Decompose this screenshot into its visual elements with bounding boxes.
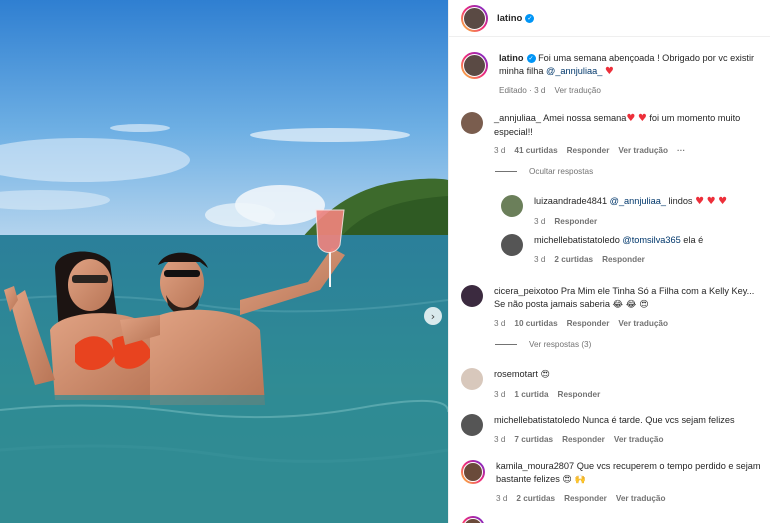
beach-photo-image <box>0 0 448 523</box>
commenter-avatar[interactable] <box>501 234 523 256</box>
commenter-avatar[interactable] <box>501 195 523 217</box>
caption-time: 3 d <box>534 86 546 95</box>
translate-link[interactable]: Ver tradução <box>614 434 664 447</box>
comment-username[interactable]: rosemotart <box>494 369 538 379</box>
post-details-panel: latino ✓ latino ✓ Foi uma semana abençoad… <box>448 0 770 523</box>
comment-time: 3 d <box>494 319 506 328</box>
commenter-avatar[interactable] <box>461 112 483 134</box>
reply-button[interactable]: Responder <box>564 493 607 506</box>
comment-time: 3 d <box>496 494 508 503</box>
comment-username[interactable]: _annjuliaa_ <box>494 113 541 123</box>
comment-time: 3 d <box>534 254 546 264</box>
reply-button[interactable]: Responder <box>567 145 610 158</box>
chevron-right-icon: › <box>430 309 436 323</box>
comment-item: kamila_moura2807 Que vcs recuperem o tem… <box>461 460 764 506</box>
translate-link[interactable]: Ver tradução <box>618 318 668 331</box>
comment-text: Pra Mim ele Tinha Só a Filha com a Kelly… <box>560 286 755 296</box>
verified-badge-icon: ✓ <box>525 13 535 23</box>
comment-username[interactable]: michellebatistatoledo <box>534 235 620 245</box>
translate-link[interactable]: Ver tradução <box>618 145 668 158</box>
comment-mention[interactable]: @_annjuliaa_ <box>610 196 666 206</box>
comment-time: 3 d <box>494 389 506 399</box>
author-avatar[interactable] <box>461 4 488 32</box>
comment-likes[interactable]: 1 curtida <box>514 389 548 402</box>
comment-text-continued: Se não posta jamais saberia <box>494 298 610 309</box>
comment-time: 3 d <box>534 216 546 226</box>
caption-text: Foi uma semana abençoada ! Obrigado por … <box>499 53 755 76</box>
commenter-avatar[interactable] <box>461 460 485 484</box>
reply-button[interactable]: Responder <box>558 389 601 402</box>
post-photo: › <box>0 0 448 523</box>
comment-username[interactable]: kamila_moura2807 <box>496 461 574 471</box>
author-username[interactable]: latino <box>497 13 522 24</box>
comment-mention[interactable]: @tomsilva365 <box>622 235 680 245</box>
comment-item: _annjuliaa_ Amei nossa semana♥ ♥ foi um … <box>461 112 764 158</box>
next-photo-button[interactable]: › <box>424 307 442 325</box>
hide-replies-toggle[interactable]: Ocultar respostas <box>495 167 593 176</box>
reply-item: luizaandrade4841 @_annjuliaa_ lindos ♥ ♥… <box>501 195 764 228</box>
comment-likes[interactable]: 41 curtidas <box>514 145 557 158</box>
post-header: latino ✓ <box>449 0 770 37</box>
comment-likes[interactable]: 2 curtidas <box>516 493 555 506</box>
red-heart-emoji: ♥ <box>637 113 647 124</box>
reply-button[interactable]: Responder <box>567 318 610 331</box>
comment-text: Amei nossa semana <box>543 113 627 123</box>
reply-button[interactable]: Responder <box>554 216 597 229</box>
commenter-avatar[interactable] <box>461 285 483 307</box>
view-replies-toggle[interactable]: Ver respostas (3) <box>495 340 591 349</box>
reply-item: michellebatistatoledo @tomsilva365 ela é… <box>501 234 764 266</box>
comment-item: rosemotart 😍 3 d 1 curtida Responder <box>461 368 764 401</box>
comment-item: michellebatistatoledo Nunca é tarde. Que… <box>461 414 764 446</box>
comment-likes[interactable]: 2 curtidas <box>554 254 593 267</box>
caption: latino ✓ Foi uma semana abençoada ! Obrig… <box>461 52 764 98</box>
reply-button[interactable]: Responder <box>602 254 645 267</box>
comment-username[interactable]: michellebatistatoledo <box>494 415 580 425</box>
comment-text: Que vcs recuperem o tempo perdido e <box>576 461 734 471</box>
more-options-icon[interactable]: ··· <box>677 145 685 158</box>
comment-likes[interactable]: 7 curtidas <box>514 434 553 447</box>
comment-username[interactable]: cicera_peixotoo <box>494 286 558 296</box>
caption-avatar[interactable] <box>461 52 488 79</box>
reply-button[interactable]: Responder <box>562 434 605 447</box>
comment-text: Nunca é tarde. Que vcs sejam felizes <box>582 415 735 425</box>
comment-item: cicera_peixotoo Pra Mim ele Tinha Só a F… <box>461 285 764 331</box>
comment-text: lindos <box>668 196 693 206</box>
caption-username[interactable]: latino <box>499 53 524 63</box>
caption-mention[interactable]: @_annjuliaa_ <box>546 66 602 76</box>
red-heart-emoji: ♥ <box>626 113 636 124</box>
edited-label: Editado <box>499 86 527 95</box>
translate-link[interactable]: Ver tradução <box>554 85 600 98</box>
comment-text: ela é <box>683 235 704 245</box>
commenter-avatar[interactable] <box>461 414 483 436</box>
commenter-avatar[interactable] <box>461 368 483 390</box>
comment-time: 3 d <box>494 146 506 155</box>
comment-username[interactable]: luizaandrade4841 <box>534 196 607 206</box>
red-heart-emoji: ♥ <box>604 65 614 77</box>
verified-badge-icon: ✓ <box>526 54 536 64</box>
comment-likes[interactable]: 10 curtidas <box>514 318 557 331</box>
commenter-avatar[interactable] <box>461 516 485 523</box>
comment-time: 3 d <box>494 434 506 444</box>
translate-link[interactable]: Ver tradução <box>616 493 666 506</box>
